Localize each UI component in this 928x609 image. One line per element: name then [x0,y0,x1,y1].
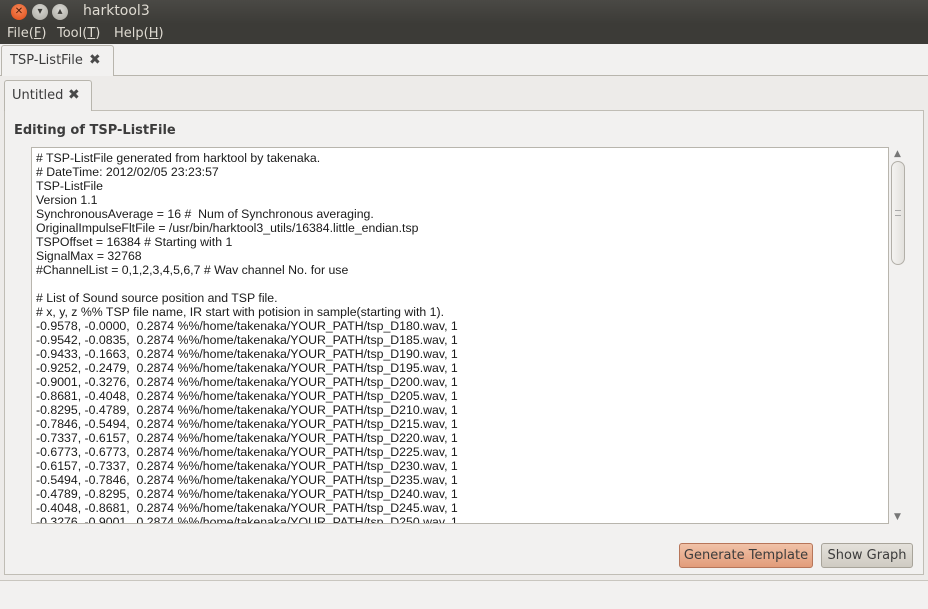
tab-tsp-listfile[interactable]: TSP-ListFile ✖ [1,45,114,76]
maximize-icon[interactable]: ▴ [52,4,68,20]
scroll-down-arrow-icon[interactable]: ▼ [892,512,903,522]
title-bar: ✕ ▾ ▴ harktool3 [0,0,928,24]
minimize-icon[interactable]: ▾ [32,4,48,20]
show-graph-button[interactable]: Show Graph [821,543,913,568]
tab-close-icon[interactable]: ✖ [68,87,80,103]
editor-content[interactable]: # TSP-ListFile generated from harktool b… [36,151,458,523]
window-title: harktool3 [83,3,150,19]
menu-bar: File(F) Tool(T) Help(H) [0,24,928,44]
tab-label: Untitled [12,88,64,103]
vertical-scrollbar[interactable]: ▲ ▼ [889,147,906,524]
status-bar [0,580,928,609]
close-icon[interactable]: ✕ [11,4,27,20]
section-title: Editing of TSP-ListFile [14,123,176,138]
menu-tool[interactable]: Tool(T) [57,26,100,41]
tab-close-icon[interactable]: ✖ [89,52,101,68]
tab-label: TSP-ListFile [10,53,83,68]
scrollbar-thumb[interactable] [891,161,905,265]
text-editor[interactable]: # TSP-ListFile generated from harktool b… [31,147,889,524]
grip-icon [895,210,901,216]
tab-untitled[interactable]: Untitled ✖ [4,80,92,111]
generate-template-button[interactable]: Generate Template [679,543,813,568]
menu-file[interactable]: File(F) [7,26,46,41]
menu-help[interactable]: Help(H) [114,26,164,41]
scroll-up-arrow-icon[interactable]: ▲ [892,149,903,159]
